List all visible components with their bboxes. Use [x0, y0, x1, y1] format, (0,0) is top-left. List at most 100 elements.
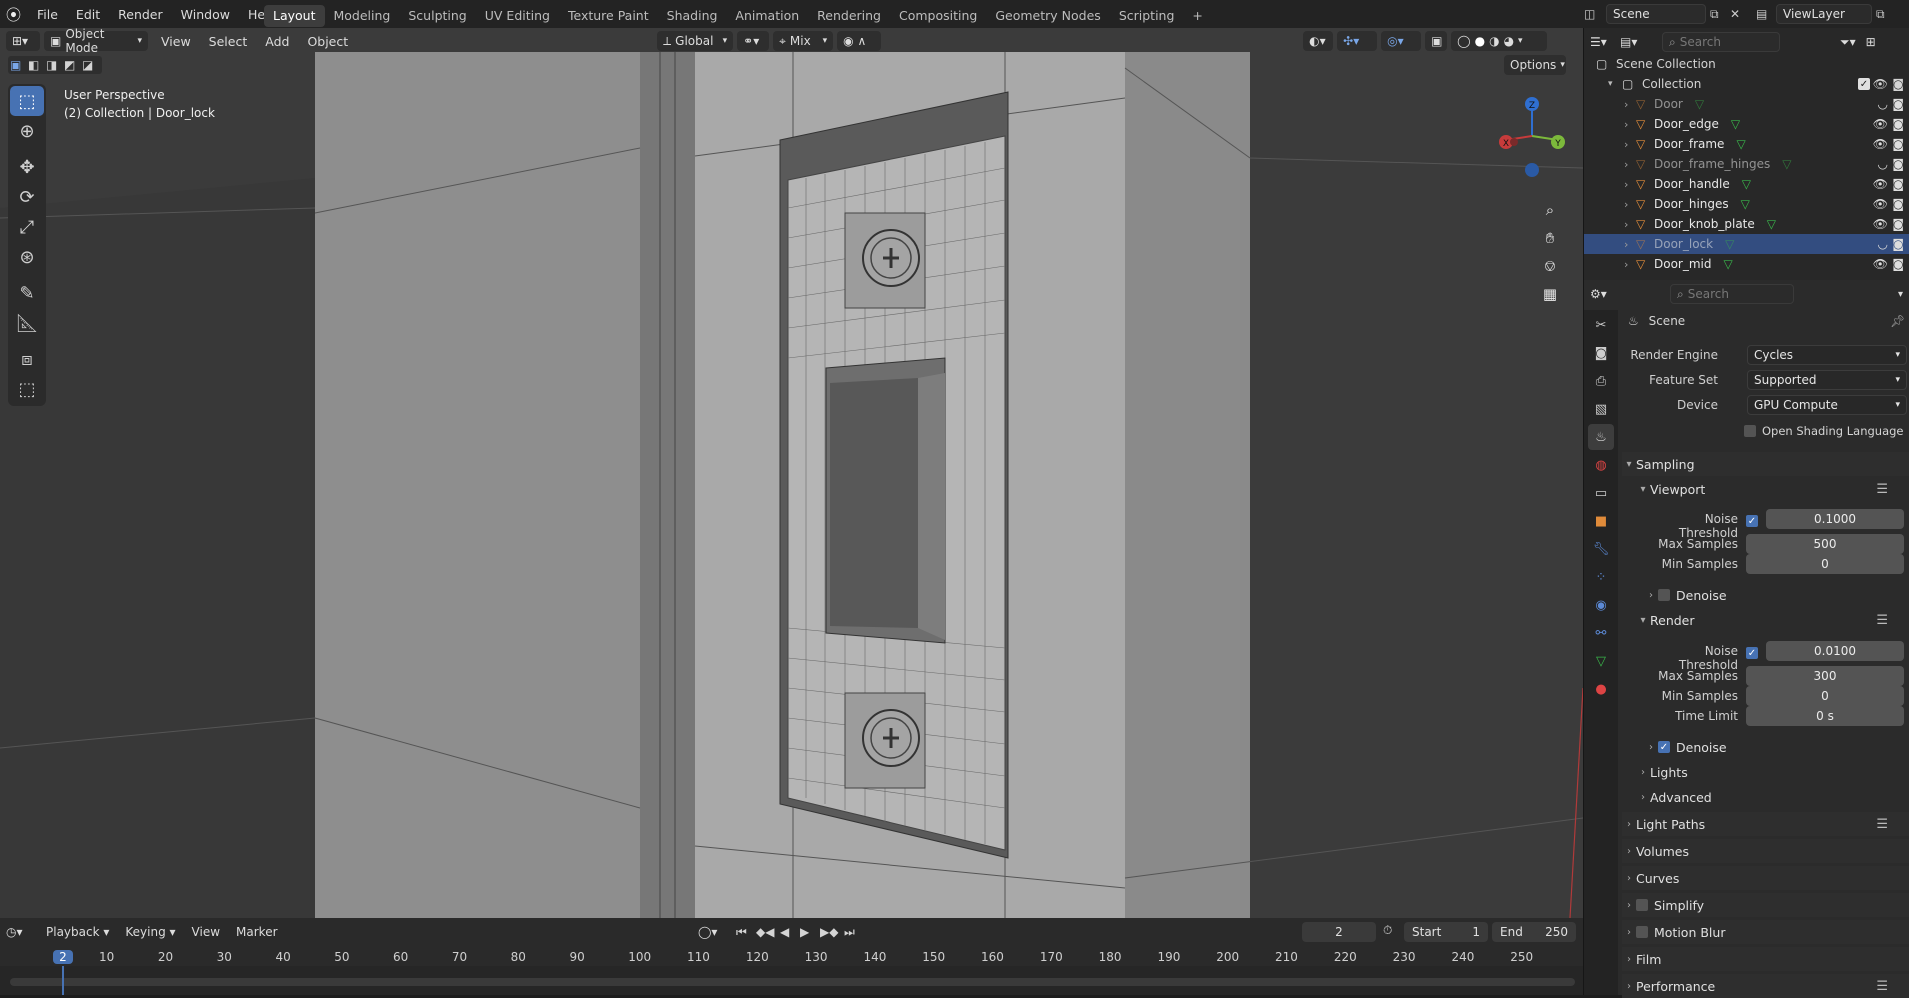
osl-option[interactable]: Open Shading Language	[1744, 424, 1904, 438]
render-denoise-checkbox[interactable]: ✓	[1658, 741, 1670, 753]
delete-scene-icon[interactable]: ✕	[1730, 7, 1750, 21]
list-icon[interactable]: ☰	[1876, 482, 1888, 497]
select-extend-icon[interactable]: ◧	[28, 58, 46, 72]
chevron-right-icon[interactable]: ›	[1624, 238, 1636, 251]
select-intersect-icon[interactable]: ◪	[82, 58, 100, 72]
jump-keyframe-forward-icon[interactable]: ▶◆	[820, 925, 840, 939]
eye-icon[interactable]: 👁︎	[1873, 257, 1888, 271]
jump-end-icon[interactable]: ⏭	[844, 925, 864, 940]
timeline-menu-view[interactable]: View	[184, 925, 228, 939]
viewport-max-samples-field[interactable]: 500	[1746, 534, 1904, 554]
frame-ruler[interactable]: 2 10 20 30 40 50 60 70 80 90 100 110 120 130 140 150 160…	[0, 948, 1583, 966]
constraints-tab[interactable]: ⚯	[1588, 620, 1614, 646]
chevron-down-icon[interactable]: ▾	[1608, 79, 1622, 89]
camera-render-icon[interactable]: ◙	[1892, 177, 1904, 191]
camera-render-icon[interactable]: ◙	[1892, 77, 1904, 91]
timeline-editor-type-icon[interactable]: ◷▾	[6, 925, 38, 939]
menu-render[interactable]: Render	[109, 0, 172, 28]
tab-sculpting[interactable]: Sculpting	[399, 5, 475, 27]
tab-scripting[interactable]: Scripting	[1110, 5, 1184, 27]
outliner-object-row[interactable]: › ▽ Door ▽ ◡ ◙	[1584, 94, 1909, 114]
material-shading-icon[interactable]: ◑	[1489, 34, 1499, 48]
new-collection-icon[interactable]: ⊞	[1866, 35, 1876, 49]
modifier-tab[interactable]: 🔧︎	[1588, 536, 1614, 562]
rotate-tool[interactable]: ⟳	[10, 182, 44, 212]
start-frame-field[interactable]: Start 1	[1404, 922, 1488, 942]
timeline-menu-playback[interactable]: Playback ▾	[38, 925, 117, 939]
lights-subpanel-header[interactable]: › Lights	[1636, 760, 1909, 784]
shading-modes[interactable]: ◯ ● ◑ ◕ ▾	[1451, 31, 1548, 51]
curves-panel-header[interactable]: › Curves	[1622, 866, 1909, 890]
scene-tab[interactable]: ♨	[1588, 424, 1614, 450]
menu-edit[interactable]: Edit	[67, 0, 109, 28]
outliner-collection[interactable]: ▾ ▢ Collection ✓ 👁︎ ◙	[1584, 74, 1909, 94]
list-icon[interactable]: ☰	[1876, 979, 1888, 994]
xray-toggle[interactable]: ▣	[1425, 31, 1448, 51]
annotate-tool[interactable]: ✎	[10, 278, 44, 308]
select-invert-icon[interactable]: ◩	[64, 58, 82, 72]
eye-closed-icon[interactable]: ◡	[1878, 237, 1888, 251]
sampling-panel-header[interactable]: ▾ Sampling	[1622, 452, 1909, 476]
viewport-menu-add[interactable]: Add	[256, 34, 298, 49]
camera-render-icon[interactable]: ◙	[1892, 157, 1904, 171]
wireframe-shading-icon[interactable]: ◯	[1457, 34, 1470, 48]
properties-search-input[interactable]: ⌕ Search	[1670, 284, 1794, 304]
material-tab[interactable]: ●	[1588, 676, 1614, 702]
chevron-right-icon[interactable]: ›	[1624, 218, 1636, 231]
eye-icon[interactable]: 👁︎	[1873, 197, 1888, 211]
select-subtract-icon[interactable]: ◨	[46, 58, 64, 72]
cursor-tool[interactable]: ⊕	[10, 116, 44, 146]
chevron-right-icon[interactable]: ›	[1624, 98, 1636, 111]
eye-icon[interactable]: 👁︎	[1873, 177, 1888, 191]
eye-icon[interactable]: 👁︎	[1873, 137, 1888, 151]
outliner-object-row[interactable]: › ▽ Door_hinges ▽ 👁︎ ◙	[1584, 194, 1909, 214]
add-cube-tool[interactable]: ⧈	[10, 344, 44, 374]
camera-view-button[interactable]: ⎊	[1536, 252, 1564, 280]
jump-keyframe-back-icon[interactable]: ◆◀	[756, 925, 776, 939]
eye-icon[interactable]: 👁︎	[1873, 117, 1888, 131]
camera-render-icon[interactable]: ◙	[1892, 197, 1904, 211]
overlay-toggle[interactable]: ◎▾	[1381, 31, 1422, 51]
menu-file[interactable]: File	[28, 0, 67, 28]
snap-selector[interactable]: ⌖ Mix ▾	[773, 31, 834, 51]
motion-blur-panel-header[interactable]: › Motion Blur	[1622, 920, 1909, 944]
physics-tab[interactable]: ◉	[1588, 592, 1614, 618]
render-engine-dropdown[interactable]: Cycles ▾	[1747, 345, 1907, 365]
scene-selector[interactable]: Scene	[1606, 4, 1706, 24]
navigation-gizmo[interactable]: Z Y X	[1492, 86, 1572, 198]
3d-viewport[interactable]: ⊞▾ ▣ Object Mode ▾ View Select Add Objec…	[0, 28, 1583, 918]
display-mode-icon[interactable]: ▤▾	[1620, 35, 1650, 49]
current-frame-field[interactable]: 2	[1302, 922, 1376, 942]
outliner-scene-collection[interactable]: ▢ Scene Collection	[1584, 54, 1909, 74]
view-layer-tab[interactable]: ▧	[1588, 396, 1614, 422]
outliner-object-row[interactable]: › ▽ Door_frame_hinges ▽ ◡ ◙	[1584, 154, 1909, 174]
tab-modeling[interactable]: Modeling	[325, 5, 400, 27]
properties-editor-type-icon[interactable]: ⚙▾	[1590, 287, 1620, 301]
render-noise-threshold-field[interactable]: 0.0100	[1766, 641, 1904, 661]
render-tab[interactable]: ◙	[1588, 340, 1614, 366]
new-view-layer-icon[interactable]: ⧉	[1876, 7, 1896, 22]
outliner-object-row[interactable]: › ▽ Door_mid ▽ 👁︎ ◙	[1584, 254, 1909, 274]
list-icon[interactable]: ☰	[1876, 817, 1888, 832]
particles-tab[interactable]: ⁘	[1588, 564, 1614, 590]
render-noise-threshold-checkbox[interactable]: ✓	[1746, 647, 1758, 659]
data-tab[interactable]: ▽	[1588, 648, 1614, 674]
tab-texture-paint[interactable]: Texture Paint	[559, 5, 658, 27]
eye-icon[interactable]: 👁︎	[1873, 77, 1888, 91]
blender-logo-icon[interactable]: ⦿	[6, 4, 28, 25]
measure-tool[interactable]: 📐︎	[10, 308, 44, 338]
pivot-point-selector[interactable]: ⚭▾	[737, 31, 770, 51]
tab-animation[interactable]: Animation	[726, 5, 808, 27]
transform-tool[interactable]: ⊛	[10, 242, 44, 272]
solid-shading-icon[interactable]: ●	[1475, 34, 1485, 48]
chevron-right-icon[interactable]: ›	[1624, 158, 1636, 171]
outliner-object-row[interactable]: › ▽ Door_edge ▽ 👁︎ ◙	[1584, 114, 1909, 134]
tab-shading[interactable]: Shading	[658, 5, 727, 27]
world-tab[interactable]: ◍	[1588, 452, 1614, 478]
output-tab[interactable]: ⎙	[1588, 368, 1614, 394]
visibility-selector[interactable]: ◐▾	[1303, 31, 1334, 51]
chevron-right-icon[interactable]: ›	[1624, 198, 1636, 211]
timeline-menu-keying[interactable]: Keying ▾	[117, 925, 183, 939]
viewport-menu-view[interactable]: View	[152, 34, 200, 49]
tab-layout[interactable]: Layout	[264, 4, 325, 27]
